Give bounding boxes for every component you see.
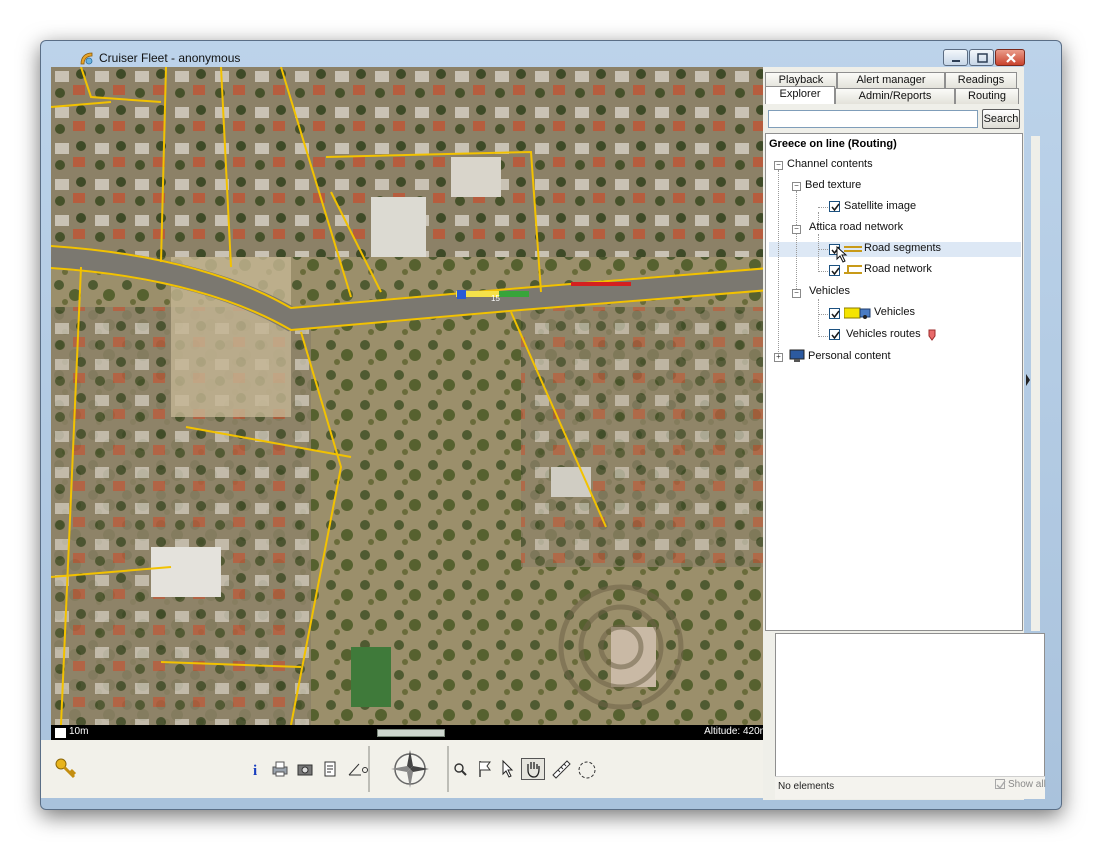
expand-vehicles[interactable]: − — [792, 289, 801, 298]
search-button[interactable]: Search — [982, 109, 1020, 129]
close-icon — [1006, 53, 1016, 63]
layer-tree: Greece on line (Routing) − Channel conte… — [765, 133, 1023, 631]
lasso-icon — [578, 761, 596, 779]
tree-guide — [818, 271, 828, 272]
mouse-cursor-icon — [836, 246, 848, 263]
print-icon — [272, 761, 288, 777]
elements-panel — [775, 633, 1045, 798]
tree-item-personal-content[interactable]: Personal content — [808, 350, 891, 362]
key-icon — [55, 758, 77, 779]
pan-tool-button[interactable] — [521, 758, 545, 780]
compass-control[interactable] — [387, 746, 433, 792]
document-button[interactable] — [322, 760, 338, 778]
tab-routing[interactable]: Routing — [955, 88, 1019, 104]
tree-item-vehicles-routes[interactable]: Vehicles routes — [846, 328, 921, 340]
show-all-label: Show all — [1008, 779, 1046, 790]
scale-indicator — [55, 728, 66, 738]
maximize-icon — [977, 53, 988, 63]
camera-button[interactable] — [296, 760, 314, 778]
tab-admin-reports[interactable]: Admin/Reports — [835, 88, 955, 104]
info-icon: i — [253, 763, 257, 778]
close-button[interactable] — [995, 49, 1025, 66]
lasso-button[interactable] — [576, 759, 598, 781]
toolbar-separator — [368, 746, 370, 792]
tree-item-vehicles-group[interactable]: Vehicles — [809, 285, 850, 297]
svg-text:i: i — [253, 763, 257, 778]
show-all-toggle[interactable]: Show all — [995, 779, 1046, 790]
map-status-bar: 10m Altitude: 420m — [51, 725, 770, 740]
key-button[interactable] — [53, 756, 79, 782]
vehicles-checkbox[interactable] — [829, 308, 840, 319]
satellite-map[interactable]: 15 — [51, 67, 770, 725]
tree-guide — [818, 336, 828, 337]
expand-personal-content[interactable]: + — [774, 353, 783, 362]
map-toolbar: i — [41, 740, 770, 798]
flag-button[interactable] — [477, 759, 493, 779]
zoom-button[interactable] — [452, 760, 468, 778]
satellite-image-checkbox[interactable] — [829, 201, 840, 212]
ruler-icon — [552, 760, 571, 779]
search-input[interactable] — [768, 110, 978, 128]
tree-item-bed-texture[interactable]: Bed texture — [805, 179, 861, 191]
info-button[interactable]: i — [248, 760, 264, 778]
route-pin-icon — [928, 329, 936, 341]
tree-item-satellite-image[interactable]: Satellite image — [844, 200, 916, 212]
elements-status: No elements — [778, 781, 835, 792]
expand-bed-texture[interactable]: − — [792, 182, 801, 191]
expand-channel-contents[interactable]: − — [774, 161, 783, 170]
show-all-checkbox[interactable] — [995, 779, 1006, 790]
pointer-button[interactable] — [501, 759, 515, 779]
tree-guide — [818, 207, 828, 208]
tree-guide — [778, 170, 779, 358]
tree-item-attica-road-network[interactable]: Attica road network — [809, 221, 903, 233]
scale-label: 10m — [69, 726, 89, 737]
panel-splitter-arrow-icon[interactable] — [1025, 372, 1031, 388]
window-title: Cruiser Fleet - anonymous — [99, 51, 241, 65]
tree-guide — [818, 299, 819, 337]
angle-icon — [348, 763, 368, 776]
tab-readings[interactable]: Readings — [945, 72, 1017, 88]
tree-title: Greece on line (Routing) — [769, 138, 897, 150]
tab-alert-manager[interactable]: Alert manager — [837, 72, 945, 88]
map-scroll-thumb[interactable] — [377, 729, 445, 737]
vehicle-label: 15 — [491, 294, 500, 303]
flag-icon — [479, 761, 491, 777]
minimize-icon — [952, 60, 960, 62]
tree-guide — [818, 249, 828, 250]
vehicles-icon — [844, 307, 871, 319]
app-icon — [80, 52, 93, 65]
print-button[interactable] — [271, 760, 289, 778]
map-canvas[interactable]: 15 — [51, 67, 770, 725]
document-icon — [324, 761, 336, 777]
tree-guide — [818, 314, 828, 315]
maximize-button[interactable] — [969, 49, 994, 66]
hand-icon — [527, 762, 540, 778]
camera-icon — [297, 764, 313, 776]
toolbar-separator — [447, 746, 449, 792]
minimize-button[interactable] — [943, 49, 968, 66]
tree-item-road-network[interactable]: Road network — [864, 263, 932, 275]
tree-item-vehicles[interactable]: Vehicles — [874, 306, 915, 318]
tree-guide — [818, 234, 819, 272]
tree-item-road-segments[interactable]: Road segments — [864, 242, 941, 254]
tree-guide — [796, 191, 797, 291]
road-network-icon — [844, 265, 862, 274]
tree-item-channel-contents[interactable]: Channel contents — [787, 158, 873, 170]
ruler-button[interactable] — [550, 758, 572, 780]
vehicles-routes-checkbox[interactable] — [829, 329, 840, 340]
zoom-icon — [454, 763, 467, 776]
compass-icon — [391, 750, 429, 788]
monitor-icon — [789, 349, 805, 362]
road-network-checkbox[interactable] — [829, 265, 840, 276]
angle-button[interactable] — [347, 760, 369, 778]
title-bar[interactable]: Cruiser Fleet - anonymous — [41, 41, 1061, 69]
tree-scrollbar[interactable] — [1031, 136, 1040, 631]
pointer-icon — [502, 759, 514, 778]
altitude-readout: Altitude: 420m — [704, 726, 768, 737]
tab-explorer[interactable]: Explorer — [765, 86, 835, 104]
expand-attica-road-network[interactable]: − — [792, 225, 801, 234]
